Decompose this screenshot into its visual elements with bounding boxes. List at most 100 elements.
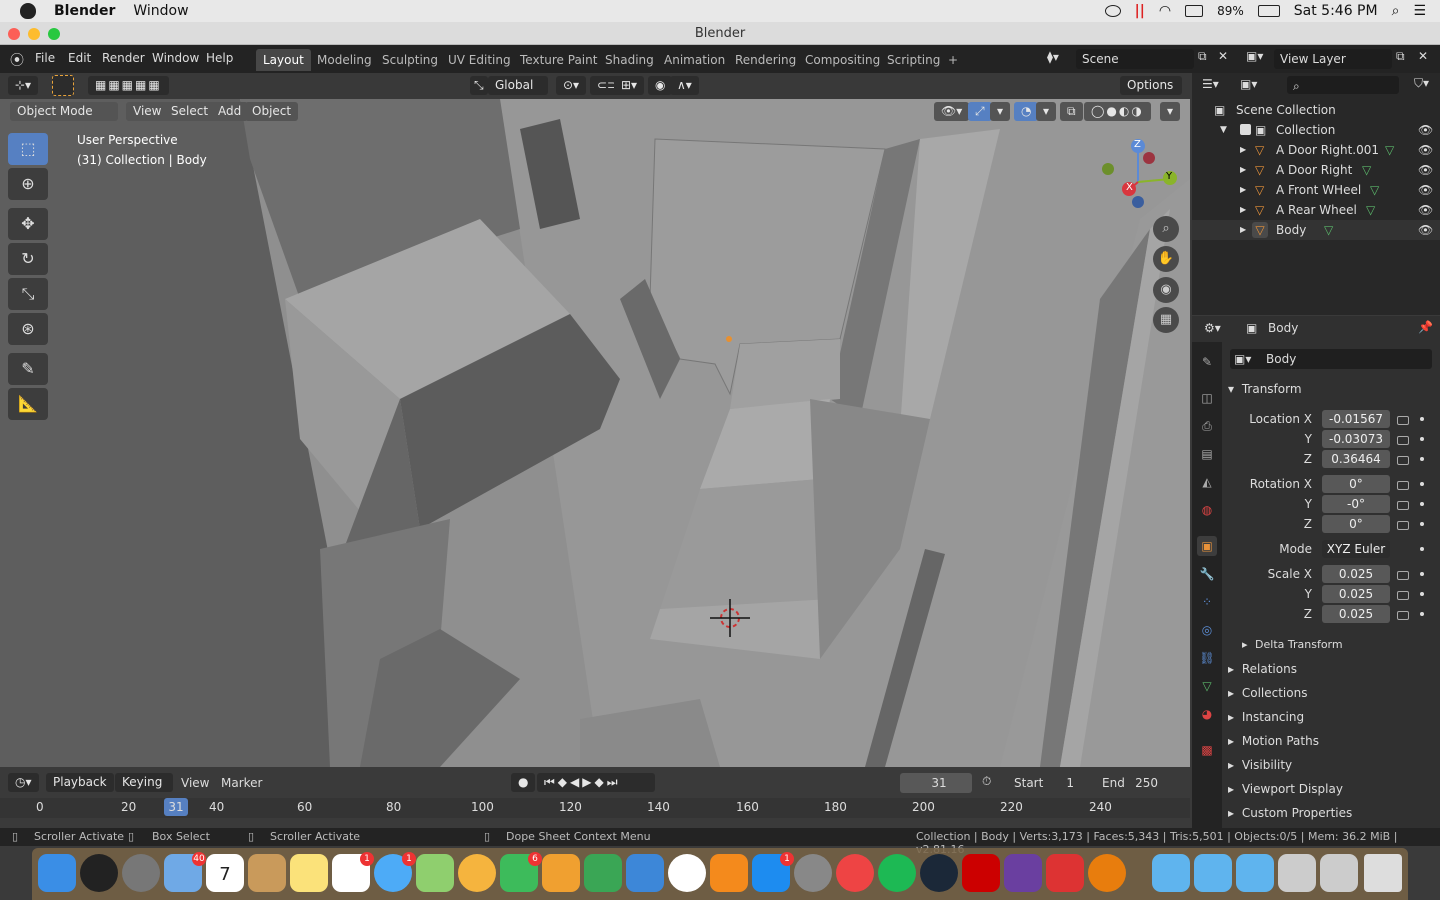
- lock-icon[interactable]: [1397, 501, 1409, 510]
- visibility-panel[interactable]: ▸ Visibility: [1228, 758, 1292, 772]
- lock-icon[interactable]: [1397, 416, 1409, 425]
- expand-icon[interactable]: ▼: [1220, 120, 1227, 140]
- rotate-tool[interactable]: ↻: [8, 243, 48, 275]
- overlays-dropdown[interactable]: ▾: [1036, 102, 1057, 121]
- creative-cloud-icon[interactable]: [1104, 5, 1121, 17]
- xray-toggle[interactable]: ⧉: [1060, 102, 1083, 121]
- pause-icon[interactable]: ||: [1135, 3, 1145, 19]
- viewport-display-panel[interactable]: ▸ Viewport Display: [1228, 782, 1343, 796]
- tab-scripting[interactable]: Scripting: [880, 49, 947, 71]
- photos-icon[interactable]: [458, 854, 496, 892]
- constraints-tab-icon[interactable]: ⛓: [1197, 648, 1217, 668]
- eye-icon[interactable]: 👁: [1418, 220, 1433, 240]
- tool-tab-icon[interactable]: ✎: [1197, 352, 1217, 372]
- orientation-icon[interactable]: ⤡: [470, 76, 488, 95]
- display-mode-icon[interactable]: ▣▾: [1240, 77, 1257, 91]
- tab-compositing[interactable]: Compositing: [798, 49, 887, 71]
- relations-panel[interactable]: ▸ Relations: [1228, 662, 1297, 676]
- filezilla-icon[interactable]: [962, 854, 1000, 892]
- filter-icon[interactable]: ⛉▾: [1414, 76, 1429, 91]
- lock-icon[interactable]: [1397, 611, 1409, 620]
- grid-perspective-icon[interactable]: ▦: [1153, 307, 1179, 333]
- drive-icon[interactable]: [1278, 854, 1316, 892]
- camera-icon[interactable]: ◉: [1153, 277, 1179, 303]
- properties-editor-icon[interactable]: ⚙▾: [1204, 321, 1221, 335]
- eye-icon[interactable]: 👁: [1418, 120, 1433, 140]
- apple-icon[interactable]: [20, 3, 36, 19]
- spotify-icon[interactable]: [878, 854, 916, 892]
- keyframe-dot[interactable]: [1420, 592, 1424, 596]
- drive-icon[interactable]: [1320, 854, 1358, 892]
- shading-modes[interactable]: ◯●◐◑: [1084, 102, 1151, 121]
- itunes-icon[interactable]: [668, 854, 706, 892]
- select-tool-icon[interactable]: [52, 75, 74, 96]
- output-tab-icon[interactable]: ⎙: [1197, 416, 1217, 436]
- outliner-item[interactable]: ▶ ▽ A Front WHeel ▽ 👁: [1192, 180, 1440, 200]
- keynote-icon[interactable]: [626, 854, 664, 892]
- data-tab-icon[interactable]: ▽: [1197, 676, 1217, 696]
- rotation-y-field[interactable]: -0°: [1322, 495, 1390, 513]
- delete-view-layer-icon[interactable]: ✕: [1418, 49, 1428, 63]
- motion-paths-panel[interactable]: ▸ Motion Paths: [1228, 734, 1319, 748]
- lock-icon[interactable]: [1397, 571, 1409, 580]
- cursor-tool[interactable]: ⊕: [8, 168, 48, 200]
- outliner-item-selected[interactable]: ▶ ▽ Body ▽ 👁: [1192, 220, 1440, 240]
- scene-type-icon[interactable]: ⧫▾: [1047, 50, 1059, 64]
- battery-icon[interactable]: [1257, 5, 1280, 17]
- material-tab-icon[interactable]: ◕: [1197, 704, 1217, 724]
- pivot-icon[interactable]: ⊙▾: [556, 76, 587, 95]
- render-tab-icon[interactable]: ◫: [1197, 388, 1217, 408]
- clock[interactable]: Sat 5:46 PM: [1294, 3, 1378, 19]
- numbers-icon[interactable]: [584, 854, 622, 892]
- timeline-editor-icon[interactable]: ◷▾: [8, 773, 39, 792]
- tab-layout[interactable]: Layout: [256, 49, 311, 71]
- zoom-icon[interactable]: ⌕: [1153, 216, 1179, 242]
- delta-transform-panel[interactable]: ▸ Delta Transform: [1242, 638, 1343, 651]
- messages-icon[interactable]: 1: [374, 852, 416, 892]
- outliner-item[interactable]: ▶ ▽ A Door Right ▽ 👁: [1192, 160, 1440, 180]
- trash-icon[interactable]: [1364, 854, 1402, 892]
- menu-help[interactable]: Help: [206, 51, 233, 65]
- scale-x-field[interactable]: 0.025: [1322, 565, 1390, 583]
- view-layer-field[interactable]: View Layer: [1274, 49, 1392, 69]
- select-menu[interactable]: Select: [164, 102, 216, 121]
- menu-edit[interactable]: Edit: [68, 51, 91, 65]
- keying-menu[interactable]: Keying: [115, 773, 173, 792]
- visibility-dropdown[interactable]: 👁▾: [934, 102, 970, 121]
- world-tab-icon[interactable]: ◍: [1197, 500, 1217, 520]
- airplay-icon[interactable]: [1185, 5, 1204, 17]
- location-z-field[interactable]: 0.36464: [1322, 450, 1390, 468]
- lock-icon[interactable]: [1397, 436, 1409, 445]
- contacts-icon[interactable]: [248, 854, 286, 892]
- system-preferences-icon[interactable]: [794, 854, 832, 892]
- scene-field[interactable]: Scene: [1076, 49, 1194, 69]
- add-menu[interactable]: Add: [211, 102, 249, 121]
- menu-window[interactable]: Window: [152, 51, 199, 65]
- eye-icon[interactable]: 👁: [1418, 160, 1433, 180]
- app-menu[interactable]: Blender: [54, 3, 115, 19]
- lock-icon[interactable]: [1397, 481, 1409, 490]
- proportional-edit-icon[interactable]: ◉: [648, 76, 673, 95]
- new-view-layer-icon[interactable]: ⧉: [1396, 49, 1405, 64]
- facetime-icon[interactable]: 6: [500, 852, 542, 892]
- outliner-scene-collection[interactable]: ▣ Scene Collection: [1192, 100, 1440, 120]
- menu-file[interactable]: File: [35, 51, 55, 65]
- view-layer-tab-icon[interactable]: ▤: [1197, 444, 1217, 464]
- orientation-dropdown[interactable]: Global: [488, 76, 548, 95]
- editor-type-icon[interactable]: ⊹▾: [8, 76, 39, 95]
- keyframe-dot[interactable]: [1420, 547, 1424, 551]
- outliner-search[interactable]: ⌕: [1287, 76, 1399, 94]
- notification-center-icon[interactable]: ☰: [1413, 3, 1426, 19]
- blender-logo-icon[interactable]: ⦿: [10, 50, 24, 70]
- gizmo-toggle[interactable]: ⤢: [968, 102, 992, 121]
- notes-icon[interactable]: [290, 854, 328, 892]
- overlays-toggle[interactable]: ◔: [1014, 102, 1039, 121]
- keyframe-dot[interactable]: [1420, 502, 1424, 506]
- annotate-tool[interactable]: ✎: [8, 353, 48, 385]
- navigation-gizmo[interactable]: Z Y X: [1100, 137, 1180, 217]
- delete-scene-icon[interactable]: ✕: [1218, 49, 1228, 63]
- keyframe-dot[interactable]: [1420, 612, 1424, 616]
- calendar-icon[interactable]: 7: [206, 854, 244, 892]
- siri-icon[interactable]: [80, 854, 118, 892]
- shading-dropdown[interactable]: ▾: [1160, 102, 1181, 121]
